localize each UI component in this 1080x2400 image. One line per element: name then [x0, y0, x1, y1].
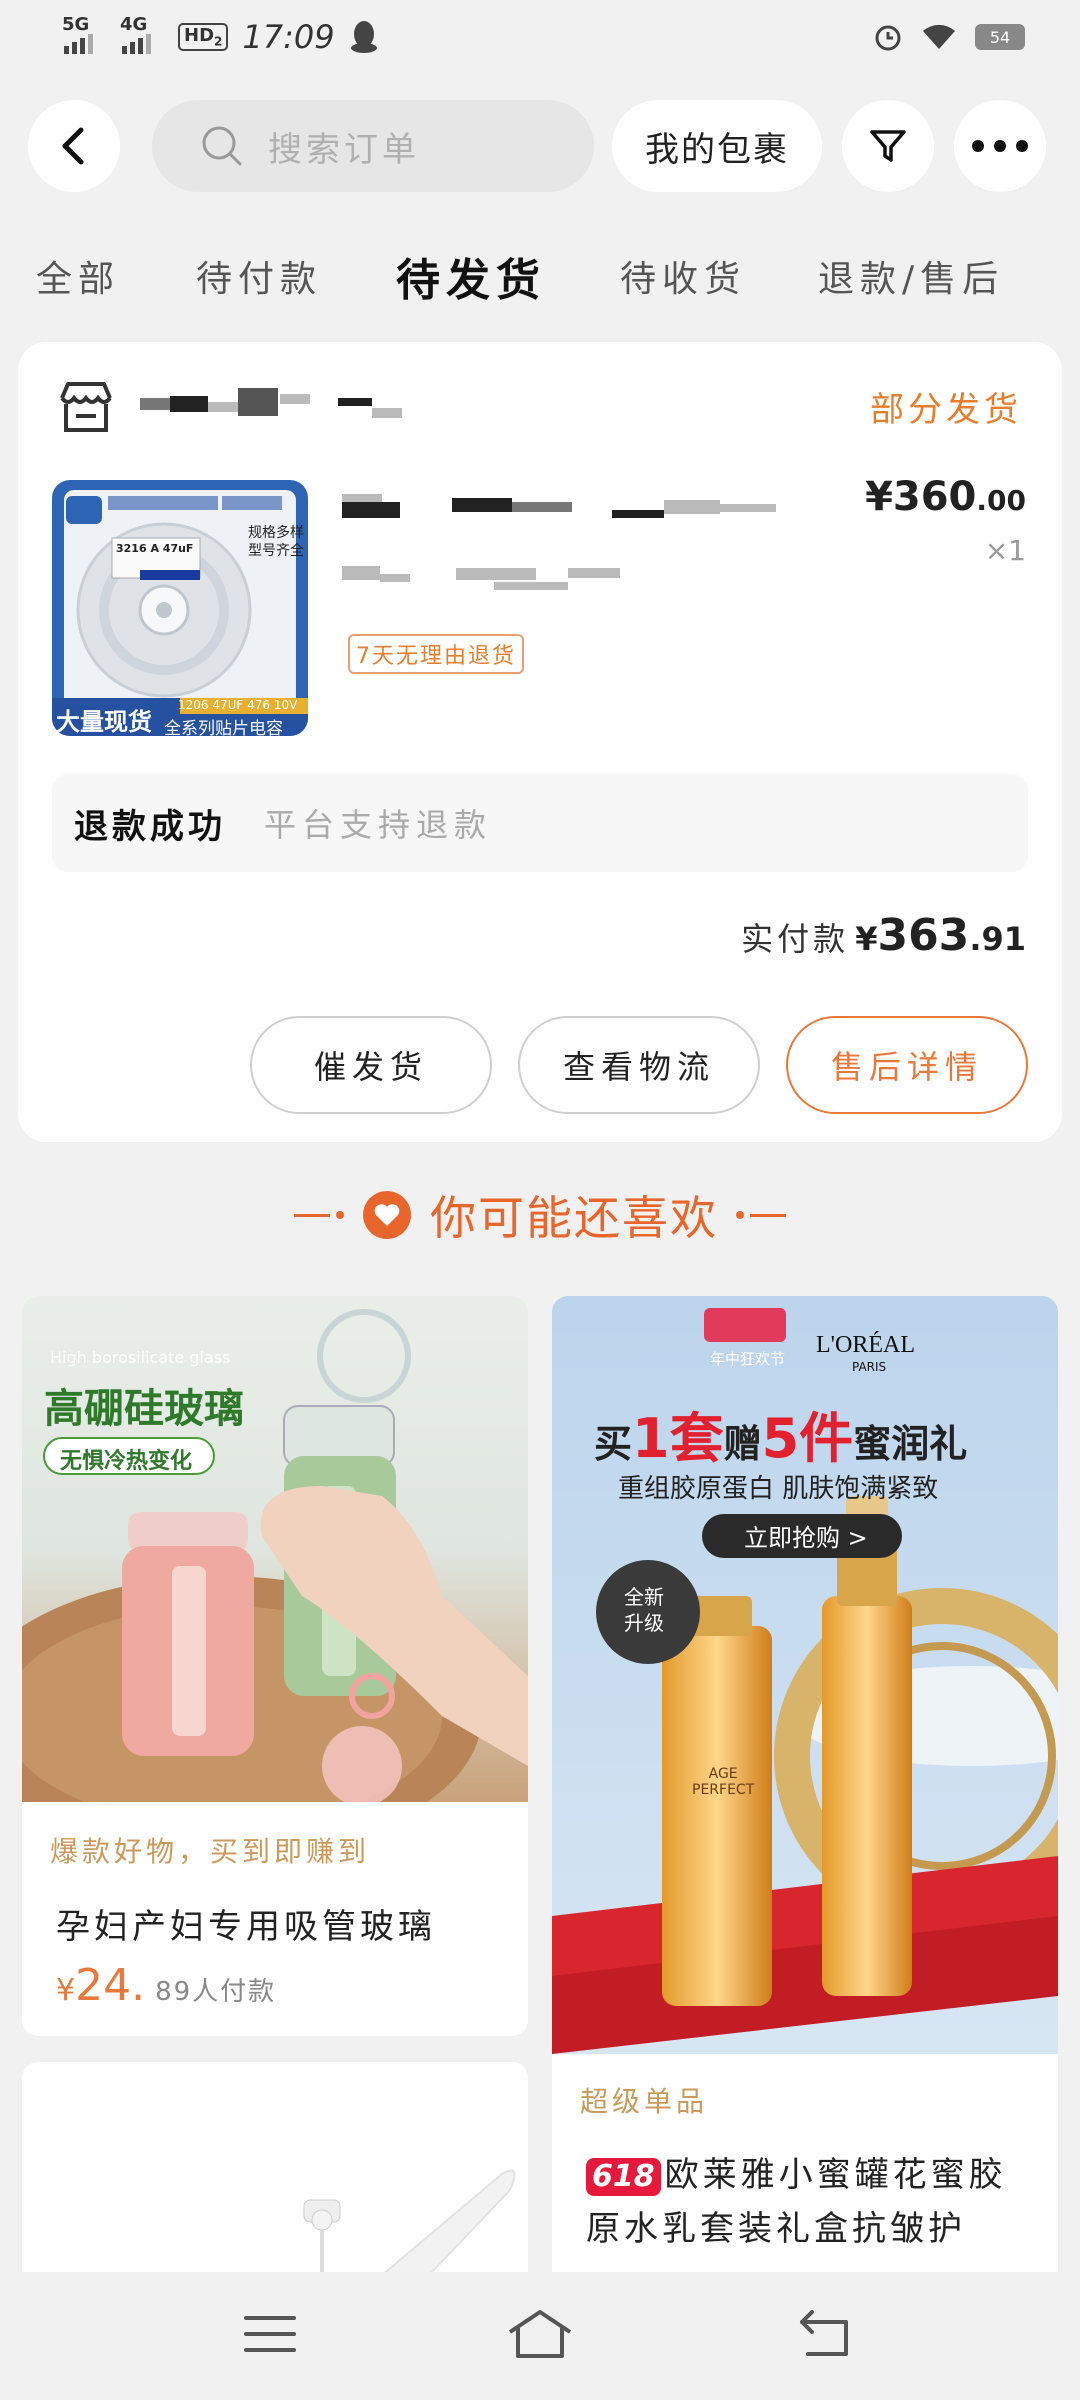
thumb-banner-right-bottom: 全系列贴片电容: [164, 719, 283, 736]
water-bottle-image: [22, 1296, 528, 1856]
order-card[interactable]: 部分发货 3216 A 47uF 规格多样 型号齐全 大量现货 1206 47U…: [18, 342, 1062, 1142]
heart-icon: [363, 1191, 411, 1239]
order-status: 部分发货: [870, 390, 1022, 430]
ad-brand-sub: PARIS: [852, 1360, 887, 1374]
product-title: 618 欧莱雅小蜜罐花蜜胶 原水乳套装礼盒抗皱护: [586, 2155, 1007, 2249]
urge-shipment-button[interactable]: 催发货: [250, 1016, 492, 1114]
tab-pending-shipment[interactable]: 待发货: [396, 244, 546, 308]
menu-icon[interactable]: [242, 2312, 298, 2356]
thumb-banner-left: 大量现货: [56, 708, 152, 736]
image-headline: 高硼硅玻璃: [44, 1386, 244, 1432]
back-button[interactable]: [28, 100, 120, 192]
badge-618: 618: [586, 2158, 661, 2196]
hd-voice-icon: HD2: [178, 23, 229, 51]
product-tag: 超级单品: [580, 2085, 709, 2118]
back-nav-icon[interactable]: [798, 2308, 854, 2358]
item-price: ¥360.00: [865, 474, 1026, 520]
ad-event-tag: 年中狂欢节: [710, 1350, 786, 1368]
image-badge: 无惧冷热变化: [60, 1449, 193, 1474]
filter-icon: [870, 130, 906, 162]
tab-pending-receipt[interactable]: 待收货: [620, 250, 746, 302]
back-arrow-icon: [62, 127, 84, 165]
signal-5g-icon: 5G: [62, 14, 106, 54]
alarm-icon: [875, 25, 901, 51]
wifi-icon: [923, 24, 955, 49]
qq-penguin-icon: [350, 21, 377, 53]
search-placeholder: 搜索订单: [268, 129, 420, 170]
thumb-label: 3216 A 47uF: [116, 542, 194, 555]
store-icon: [60, 382, 112, 432]
signal-4g-icon: 4G: [120, 14, 164, 54]
top-header: 搜索订单 我的包裹: [0, 100, 1080, 194]
order-tabs: 全部 待付款 待发货 待收货 退款/售后: [0, 250, 1080, 310]
my-packages-button[interactable]: 我的包裹: [612, 100, 822, 192]
product-tag: 爆款好物，买到即赚到: [50, 1835, 371, 1868]
item-quantity: ×1: [984, 534, 1026, 567]
thumb-side-text: 规格多样 型号齐全: [248, 525, 304, 559]
view-logistics-button[interactable]: 查看物流: [518, 1016, 760, 1114]
product-card-water-bottle[interactable]: High borosilicate glass 高硼硅玻璃 无惧冷热变化 爆款好…: [22, 1296, 528, 2036]
aftersale-details-button[interactable]: 售后详情: [786, 1016, 1028, 1114]
ad-headline: 买1套赠5件蜜润礼: [594, 1407, 968, 1470]
more-dots-icon: [972, 140, 1028, 152]
ad-subline: 重组胶原蛋白 肌肤饱满紧致: [618, 1474, 939, 1504]
ad-upgrade-badge: 全新 升级: [624, 1585, 664, 1635]
battery-icon: 54: [975, 24, 1025, 50]
product-title: 孕妇产妇专用吸管玻璃: [56, 1907, 436, 1947]
system-nav-bar: [0, 2272, 1080, 2400]
thumb-banner-right-top: 1206 47UF 476 10V: [178, 698, 298, 712]
refund-note: 平台支持退款: [264, 806, 493, 844]
home-icon[interactable]: [504, 2306, 576, 2360]
tab-refund-aftersale[interactable]: 退款/售后: [818, 250, 1004, 302]
product-price: ¥ 24. 89人付款: [56, 1960, 277, 2011]
product-thumbnail[interactable]: 3216 A 47uF 规格多样 型号齐全 大量现货 1206 47UF 476…: [52, 480, 308, 736]
product-card-loreal[interactable]: 年中狂欢节 L'ORÉAL PARIS 买1套赠5件蜜润礼 重组胶原蛋白 肌肤饱…: [552, 1296, 1058, 2296]
status-bar: 5G 4G HD2 17:09 54: [0, 0, 1080, 80]
ad-brand: L'ORÉAL: [816, 1332, 915, 1358]
refund-status: 退款成功: [74, 806, 226, 847]
tab-all[interactable]: 全部: [36, 250, 120, 302]
search-icon: [202, 126, 242, 166]
search-input[interactable]: 搜索订单: [152, 100, 594, 192]
return-policy-tag: 7天无理由退货: [348, 634, 524, 674]
paid-amount: 实付款 ¥ 363 .91: [741, 910, 1026, 961]
image-en-caption: High borosilicate glass: [50, 1348, 231, 1367]
ad-bottle-label: AGE PERFECT: [692, 1766, 755, 1798]
filter-button[interactable]: [842, 100, 934, 192]
refund-status-bar[interactable]: 退款成功 平台支持退款: [52, 774, 1028, 872]
recommend-section-title: 你可能还喜欢: [0, 1180, 1080, 1250]
more-button[interactable]: [954, 100, 1046, 192]
ad-cta-button[interactable]: 立即抢购 >: [744, 1518, 868, 1553]
clock: 17:09: [242, 18, 335, 56]
tab-pending-payment[interactable]: 待付款: [196, 250, 322, 302]
